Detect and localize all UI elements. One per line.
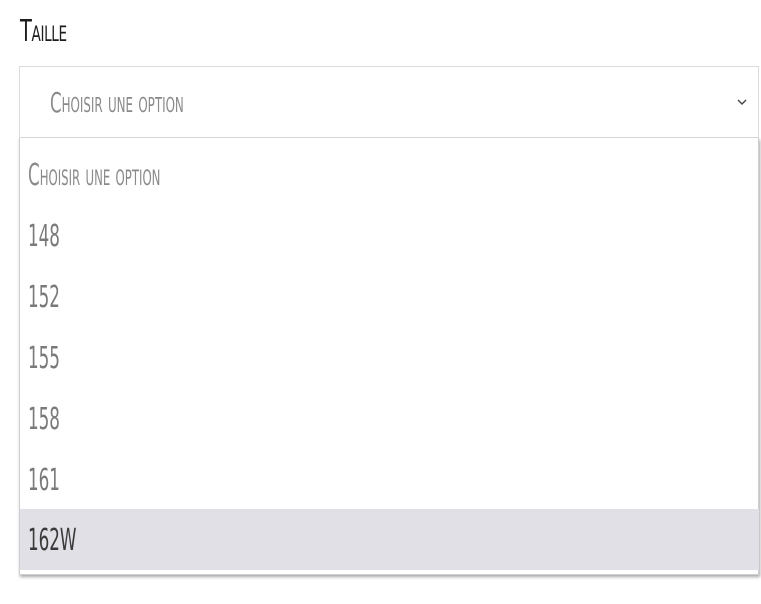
field-label: Taille (20, 14, 67, 49)
option-label: 148 (28, 219, 60, 254)
chevron-down-icon (736, 97, 748, 107)
dropdown-list: Choisir une option 148 152 155 158 161 1… (19, 138, 759, 575)
option-label: 158 (28, 402, 60, 437)
option-label: 155 (28, 341, 60, 376)
size-select[interactable]: Choisir une option (19, 66, 759, 138)
select-current-value: Choisir une option (50, 86, 184, 119)
option-label: 161 (28, 463, 60, 498)
option-label: 162W (28, 523, 77, 558)
option-148[interactable]: 148 (20, 205, 759, 266)
option-155[interactable]: 155 (20, 327, 759, 388)
option-placeholder[interactable]: Choisir une option (20, 144, 759, 205)
option-152[interactable]: 152 (20, 266, 759, 327)
option-158[interactable]: 158 (20, 388, 759, 449)
option-161[interactable]: 161 (20, 449, 759, 510)
option-label: Choisir une option (28, 158, 161, 193)
option-label: 152 (28, 280, 60, 315)
option-162w[interactable]: 162W (20, 509, 759, 570)
